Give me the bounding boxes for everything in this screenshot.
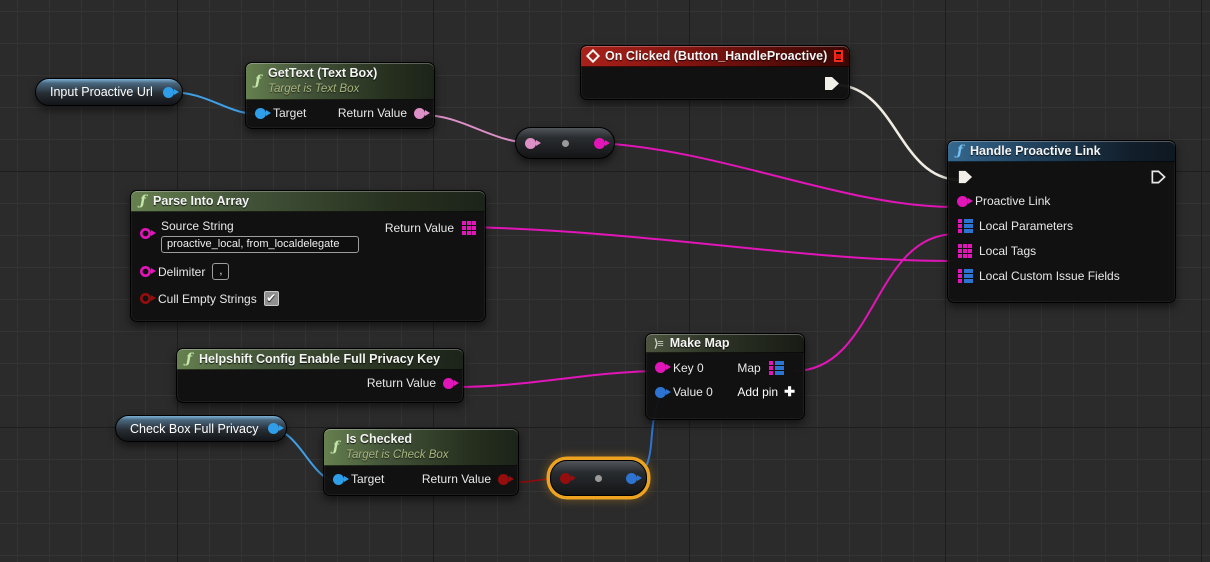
node-header[interactable]: ƒ Handle Proactive Link [948,141,1175,162]
wire-key-to-make-map[interactable] [449,371,658,387]
node-gettext[interactable]: ƒ GetText (Text Box) Target is Text Box … [245,62,435,129]
wire-exec[interactable] [839,85,959,180]
node-title: GetText (Text Box) [268,66,377,82]
value-input-pin[interactable] [655,387,666,398]
function-icon: ƒ [957,144,963,158]
node-header[interactable]: ⟩≡ Make Map [646,334,804,353]
grid-major-line [1201,0,1202,562]
target-input-pin[interactable] [333,474,344,485]
conversion-dot-icon [562,140,569,147]
pin-label: Target [273,106,306,120]
bool-input-pin[interactable] [140,293,151,304]
node-on-clicked[interactable]: On Clicked (Button_HandleProactive) [580,45,850,100]
variable-label: Input Proactive Url [50,85,153,99]
pin-label: Map [737,361,760,375]
event-diamond-icon [586,49,600,63]
plus-icon: ✚ [784,384,795,400]
array-input-pin[interactable] [957,243,972,258]
node-title: Make Map [670,336,730,350]
blueprint-canvas[interactable]: Input Proactive Url ƒ GetText (Text Box)… [0,0,1210,562]
node-helpshift-config-enable-full-privacy-key[interactable]: ƒ Helpshift Config Enable Full Privacy K… [176,348,464,403]
pin-label: Delimiter [158,265,205,279]
exec-output-pin[interactable] [823,75,840,92]
exec-input-pin[interactable] [957,169,973,185]
pin-label: Local Tags [979,244,1036,258]
pin-label: Return Value [338,106,407,120]
pin-label: Cull Empty Strings [158,292,257,306]
pin-label: Return Value [367,376,436,390]
node-title: Handle Proactive Link [970,144,1101,158]
map-input-pin[interactable] [957,268,972,283]
node-is-checked[interactable]: ƒ Is Checked Target is Check Box Target … [323,428,519,496]
string-input-pin[interactable] [140,266,151,277]
source-string-field[interactable]: proactive_local, from_localdelegate [161,236,359,253]
pin-label: Local Custom Issue Fields [979,269,1120,283]
object-output-pin[interactable] [268,423,279,434]
pin-label: Source String [161,219,476,233]
node-header[interactable]: On Clicked (Button_HandleProactive) [581,46,849,67]
pin-label: Value 0 [673,385,713,399]
key-input-pin[interactable] [655,362,666,373]
string-input-pin[interactable] [957,196,968,207]
make-container-icon: ⟩≡ [654,337,663,350]
node-title: Parse Into Array [153,194,249,208]
wire-array-to-local-tags[interactable] [469,227,954,261]
function-icon: ƒ [140,194,146,208]
node-subtitle: Target is Check Box [346,448,448,462]
node-header[interactable]: ƒ Is Checked Target is Check Box [324,429,518,466]
node-title: Helpshift Config Enable Full Privacy Key [199,352,440,366]
conversion-node-text-to-string[interactable] [515,127,615,159]
node-parse-into-array[interactable]: ƒ Parse Into Array Return Value Source S… [130,190,486,322]
variable-node-check-box-full-privacy[interactable]: Check Box Full Privacy [115,415,287,442]
delegate-box-icon[interactable] [834,50,843,62]
pin-label: Return Value [422,472,491,486]
string-input-pin[interactable] [140,228,151,239]
text-input-pin[interactable] [525,138,536,149]
bool-input-pin[interactable] [560,473,571,484]
node-title: On Clicked (Button_HandleProactive) [605,49,827,63]
delimiter-field[interactable]: , [212,263,229,280]
map-output-pin[interactable] [768,360,783,375]
object-output-pin[interactable] [163,87,174,98]
checkbox-checked[interactable]: ✔ [264,291,279,306]
pin-label: Target [351,472,384,486]
node-header[interactable]: ƒ Helpshift Config Enable Full Privacy K… [177,349,463,370]
function-icon: ƒ [255,74,261,88]
string-output-pin[interactable] [594,138,605,149]
node-subtitle: Target is Text Box [268,82,377,96]
wire-map-to-local-parameters[interactable] [794,234,954,371]
map-input-pin[interactable] [957,218,972,233]
pin-label: Local Parameters [979,219,1073,233]
add-pin-button[interactable]: Add pin ✚ [737,384,795,400]
add-pin-label: Add pin [737,385,778,399]
node-header[interactable]: ƒ Parse Into Array [131,191,485,212]
conversion-dot-icon [595,475,602,482]
node-make-map[interactable]: ⟩≡ Make Map Key 0 Map Value 0 Add pin ✚ [645,333,805,420]
grid-major-line [945,0,946,562]
function-icon: ƒ [186,352,192,366]
node-handle-proactive-link[interactable]: ƒ Handle Proactive Link Proactive Link L… [947,140,1176,303]
node-title: Is Checked [346,432,448,448]
bool-output-pin[interactable] [498,474,509,485]
variable-label: Check Box Full Privacy [130,422,259,436]
pin-label: Key 0 [673,361,704,375]
target-input-pin[interactable] [255,108,266,119]
exec-output-pin[interactable] [1150,169,1166,185]
function-icon: ƒ [333,440,339,454]
string-output-pin[interactable] [443,378,454,389]
text-output-pin[interactable] [414,108,425,119]
conversion-node-bool-selected[interactable] [550,460,647,496]
variable-node-input-proactive-url[interactable]: Input Proactive Url [35,78,183,106]
pin-label: Proactive Link [975,194,1050,208]
wire-string-to-proactive-link[interactable] [599,143,954,207]
output-pin[interactable] [626,473,637,484]
node-header[interactable]: ƒ GetText (Text Box) Target is Text Box [246,63,434,100]
